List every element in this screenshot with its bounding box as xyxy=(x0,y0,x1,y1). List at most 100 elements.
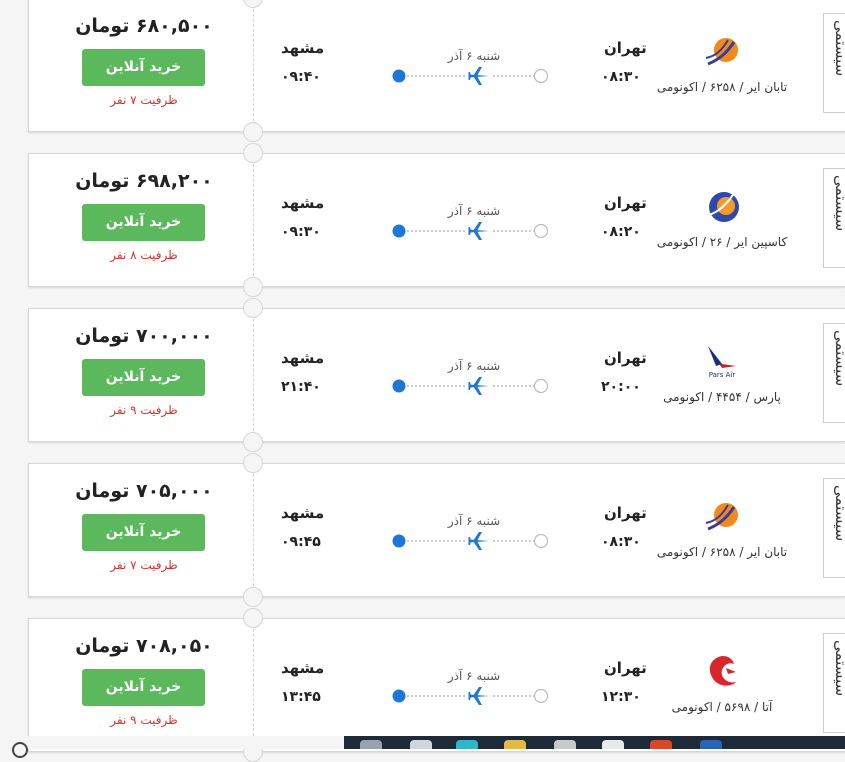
store-taskbar-icon[interactable] xyxy=(554,740,576,749)
capacity-label: ظرفیت ۷ نفر xyxy=(110,558,178,572)
departure-dot-icon xyxy=(533,223,549,239)
capacity-label: ظرفیت ۸ نفر xyxy=(110,248,178,262)
flight-date: شنبه ۶ آذر xyxy=(447,359,501,373)
chrome-taskbar-icon[interactable] xyxy=(650,740,672,749)
flight-price: ۶۸۰,۵۰۰ تومان xyxy=(75,15,213,37)
airplane-icon xyxy=(468,377,489,395)
capacity-label: ظرفیت ۹ نفر xyxy=(110,403,178,417)
buy-online-button[interactable]: خرید آنلاین xyxy=(82,514,205,551)
mail-taskbar-icon[interactable] xyxy=(602,740,624,749)
flight-card: ۷۰۰,۰۰۰ تومان خرید آنلاین ظرفیت ۹ نفر مشهد ۲… xyxy=(28,298,845,452)
airline-block: تابان ایر / ۶۲۵۸ / اکونومی xyxy=(627,499,817,559)
caspian-logo-icon xyxy=(702,189,742,229)
flight-card: ۷۰۸,۰۵۰ تومان خرید آنلاین ظرفیت ۹ نفر مشهد ۱… xyxy=(28,608,845,762)
ticket-divider xyxy=(253,154,254,286)
system-label: سیستمی xyxy=(832,20,845,77)
arrival-time: ۰۹:۴۵ xyxy=(281,534,321,550)
flight-price: ۶۹۸,۲۰۰ تومان xyxy=(75,170,213,192)
arrival-time: ۰۹:۴۰ xyxy=(281,69,321,85)
capacity-label: ظرفیت ۹ نفر xyxy=(110,713,178,727)
svg-text:Pars Air: Pars Air xyxy=(709,371,736,379)
flight-route xyxy=(392,532,549,550)
ticket-notch xyxy=(243,0,263,8)
ticket-divider xyxy=(253,309,254,441)
flight-date: شنبه ۶ آذر xyxy=(447,49,501,63)
flight-date: شنبه ۶ آذر xyxy=(447,204,501,218)
airline-info: پارس / ۴۴۵۴ / اکونومی xyxy=(663,390,781,404)
system-label: سیستمی xyxy=(832,330,845,387)
departure-dot-icon xyxy=(533,533,549,549)
departure-dot-icon xyxy=(533,68,549,84)
system-badge: سیستمی xyxy=(823,13,845,113)
airline-block: کاسپین ایر / ۲۶ / اکونومی xyxy=(627,189,817,249)
arrival-time: ۲۱:۴۰ xyxy=(281,379,321,395)
system-badge: سیستمی xyxy=(823,633,845,733)
airline-info: تابان ایر / ۶۲۵۸ / اکونومی xyxy=(656,80,788,94)
system-label: سیستمی xyxy=(832,640,845,697)
airplane-icon xyxy=(468,687,489,705)
system-badge: سیستمی xyxy=(823,168,845,268)
flight-date: شنبه ۶ آذر xyxy=(447,514,501,528)
arrival-dot-icon xyxy=(392,534,406,548)
buy-online-button[interactable]: خرید آنلاین xyxy=(82,359,205,396)
ticket-notch xyxy=(243,143,263,163)
ata-logo-icon xyxy=(702,654,742,694)
ticket-notch xyxy=(243,432,263,452)
flight-price: ۷۰۰,۰۰۰ تومان xyxy=(75,325,213,347)
destination-city: مشهد xyxy=(281,349,325,367)
flight-route xyxy=(392,222,549,240)
destination-city: مشهد xyxy=(281,659,325,677)
ticket-notch xyxy=(243,277,263,297)
ticket-divider xyxy=(253,0,254,131)
search-taskbar-icon[interactable] xyxy=(360,740,382,749)
arrival-time: ۰۹:۳۰ xyxy=(281,224,321,240)
system-label: سیستمی xyxy=(832,485,845,542)
buy-online-button[interactable]: خرید آنلاین xyxy=(82,204,205,241)
circle-icon xyxy=(12,742,28,758)
ticket-notch xyxy=(243,122,263,142)
flight-route xyxy=(392,67,549,85)
ticket-notch xyxy=(243,298,263,318)
ticket-divider xyxy=(253,464,254,596)
flight-card: ۶۹۸,۲۰۰ تومان خرید آنلاین ظرفیت ۸ نفر مشهد ۰… xyxy=(28,143,845,297)
airline-block: آتا / ۵۶۹۸ / اکونومی xyxy=(627,654,817,714)
arrival-time: ۱۳:۴۵ xyxy=(281,689,321,705)
buy-online-button[interactable]: خرید آنلاین xyxy=(82,49,205,86)
pars-air-logo-icon: Pars Air xyxy=(702,344,742,384)
taban-logo-icon xyxy=(702,499,742,539)
flight-route xyxy=(392,687,549,705)
airplane-icon xyxy=(468,532,489,550)
ticket-notch xyxy=(243,587,263,607)
ticket-divider xyxy=(253,619,254,751)
destination-city: مشهد xyxy=(281,39,325,57)
airplane-icon xyxy=(468,67,489,85)
edge-taskbar-icon[interactable] xyxy=(456,740,478,749)
task-view-taskbar-icon[interactable] xyxy=(410,740,432,749)
file-explorer-taskbar-icon[interactable] xyxy=(504,740,526,749)
arrival-dot-icon xyxy=(392,689,406,703)
airline-block: تابان ایر / ۶۲۵۸ / اکونومی xyxy=(627,34,817,94)
page-bottom-strip xyxy=(0,736,344,758)
system-label: سیستمی xyxy=(832,175,845,232)
windows-taskbar xyxy=(344,736,845,749)
system-badge: سیستمی xyxy=(823,478,845,578)
destination-city: مشهد xyxy=(281,194,325,212)
airplane-icon xyxy=(468,222,489,240)
system-badge: سیستمی xyxy=(823,323,845,423)
capacity-label: ظرفیت ۷ نفر xyxy=(110,93,178,107)
flight-price: ۷۰۸,۰۵۰ تومان xyxy=(75,635,213,657)
flight-card: ۶۸۰,۵۰۰ تومان خرید آنلاین ظرفیت ۷ نفر مشهد ۰… xyxy=(28,0,845,142)
ticket-notch xyxy=(243,608,263,628)
departure-dot-icon xyxy=(533,688,549,704)
arrival-dot-icon xyxy=(392,69,406,83)
airline-block: Pars Air پارس / ۴۴۵۴ / اکونومی xyxy=(627,344,817,404)
airline-info: آتا / ۵۶۹۸ / اکونومی xyxy=(671,700,773,714)
arrival-dot-icon xyxy=(392,224,406,238)
flight-route xyxy=(392,377,549,395)
word-taskbar-icon[interactable] xyxy=(700,740,722,749)
buy-online-button[interactable]: خرید آنلاین xyxy=(82,669,205,706)
taban-logo-icon xyxy=(702,34,742,74)
arrival-dot-icon xyxy=(392,379,406,393)
flight-card: ۷۰۵,۰۰۰ تومان خرید آنلاین ظرفیت ۷ نفر مشهد ۰… xyxy=(28,453,845,607)
airline-info: کاسپین ایر / ۲۶ / اکونومی xyxy=(656,235,788,249)
